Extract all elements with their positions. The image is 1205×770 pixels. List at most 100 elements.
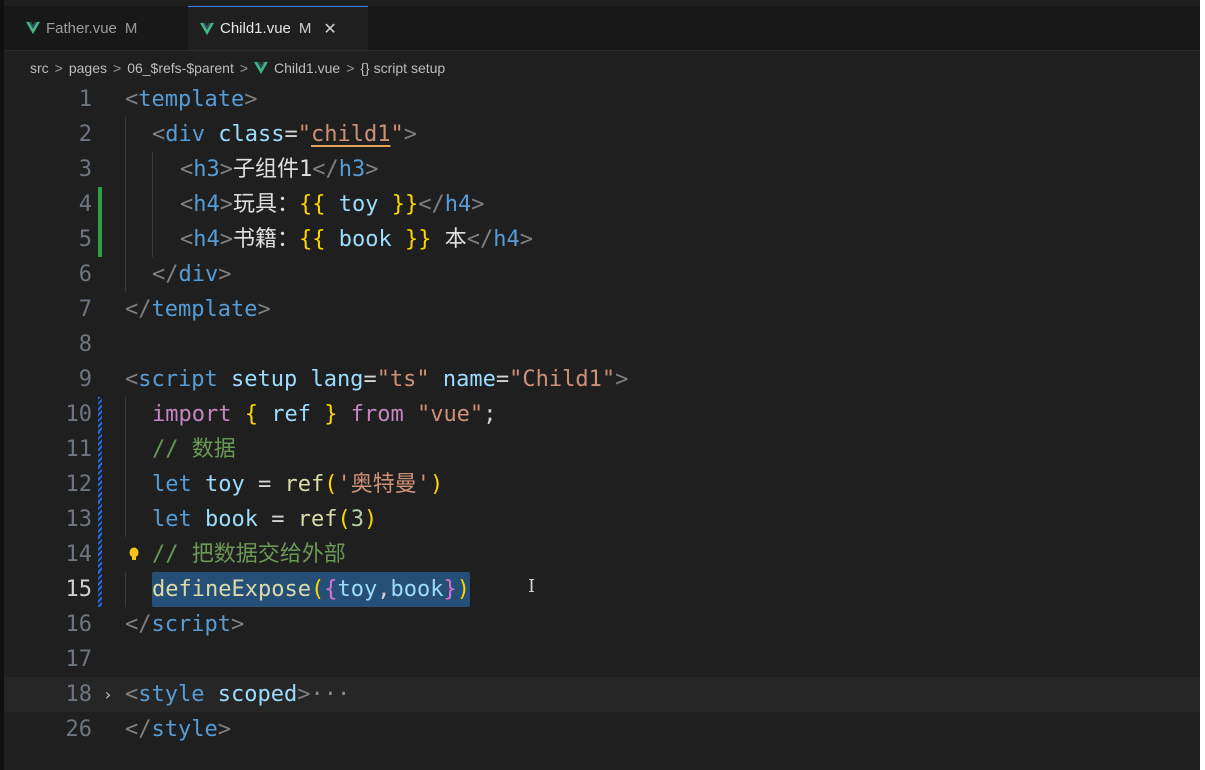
code-line: 17 <box>4 642 1200 677</box>
git-modified-marker[interactable] <box>98 397 102 432</box>
breadcrumb-item-symbol[interactable]: {} script setup <box>360 60 445 76</box>
window-edge-right <box>1200 0 1205 770</box>
tab-father-vue[interactable]: Father.vue M <box>14 6 182 50</box>
indent-guide <box>125 222 126 257</box>
breadcrumb-item-src[interactable]: src <box>30 60 49 76</box>
tab-label: Child1.vue <box>220 20 291 37</box>
vue-icon <box>254 61 269 75</box>
vue-icon <box>200 22 214 35</box>
git-added-marker[interactable] <box>98 222 102 257</box>
code-line: 10 import { ref } from "vue"; <box>4 397 1200 432</box>
lightbulb-icon[interactable] <box>129 537 141 572</box>
code-line: 6 </div> <box>4 257 1200 292</box>
code-line: 9 <script setup lang="ts" name="Child1"> <box>4 362 1200 397</box>
git-modified-marker[interactable] <box>98 502 102 537</box>
indent-guide <box>152 152 153 187</box>
line-number: 8 <box>78 332 92 357</box>
editor-window: Father.vue M Child1.vue M ✕ src > pages … <box>0 0 1205 770</box>
line-number: 4 <box>78 192 92 217</box>
code-line: 11 // 数据 <box>4 432 1200 467</box>
vue-icon <box>26 21 40 35</box>
code-text: <h3>子组件1</h3> <box>180 157 379 182</box>
code-line: 14 // 把数据交给外部 <box>4 537 1200 572</box>
breadcrumb-item-pages[interactable]: pages <box>69 60 107 76</box>
line-number: 3 <box>78 157 92 182</box>
git-modified-marker[interactable] <box>98 432 102 467</box>
code-line: 12 let toy = ref('奥特曼') <box>4 467 1200 502</box>
text-cursor-icon: I <box>528 576 536 597</box>
indent-guide <box>125 572 126 607</box>
code-line-folded: 18 › <style scoped>··· <box>4 677 1200 712</box>
code-text: <h4>书籍：{{ book }} 本</h4> <box>180 227 533 252</box>
line-number: 18 <box>65 682 93 707</box>
chevron-right-icon: > <box>346 60 355 76</box>
code-text: </template> <box>125 297 271 322</box>
indent-guide <box>125 257 126 292</box>
code-text: <script setup lang="ts" name="Child1"> <box>125 367 629 392</box>
close-icon[interactable]: ✕ <box>323 19 336 39</box>
code-line: 8 <box>4 327 1200 362</box>
modified-badge: M <box>124 19 138 37</box>
code-text: <div class="child1"> <box>152 122 417 147</box>
code-text: // 把数据交给外部 <box>152 542 346 567</box>
line-number: 16 <box>65 612 93 637</box>
line-number: 17 <box>65 647 93 672</box>
line-number: 10 <box>65 402 93 427</box>
code-text: </div> <box>152 262 232 287</box>
indent-guide <box>125 432 126 467</box>
code-text: let book = ref(3) <box>152 507 378 532</box>
line-number: 15 <box>65 577 93 602</box>
line-number: 13 <box>65 507 93 532</box>
git-added-marker[interactable] <box>98 187 102 222</box>
git-modified-marker[interactable] <box>98 572 102 607</box>
indent-guide <box>125 397 126 432</box>
code-text: import { ref } from "vue"; <box>152 402 497 427</box>
code-line: 4 <h4>玩具：{{ toy }}</h4> <box>4 187 1200 222</box>
indent-guide <box>125 187 126 222</box>
breadcrumb: src > pages > 06_$refs-$parent > Child1.… <box>30 56 445 80</box>
code-line: 5 <h4>书籍：{{ book }} 本</h4> <box>4 222 1200 257</box>
code-line: 1 <template> <box>4 82 1200 117</box>
code-text: let toy = ref('奥特曼') <box>152 472 444 497</box>
folded-ellipsis[interactable]: ··· <box>310 682 350 707</box>
code-text: </script> <box>125 612 245 637</box>
chevron-right-icon[interactable]: › <box>103 677 113 712</box>
chevron-right-icon: > <box>54 60 63 76</box>
indent-guide <box>125 152 126 187</box>
line-number: 11 <box>65 437 93 462</box>
code-line: 2 <div class="child1"> <box>4 117 1200 152</box>
indent-guide <box>152 187 153 222</box>
code-line: 13 let book = ref(3) <box>4 502 1200 537</box>
code-line-current: 15 defineExpose({toy,book}) <box>4 572 1200 607</box>
tab-child1-vue[interactable]: Child1.vue M ✕ <box>188 6 368 50</box>
git-modified-marker[interactable] <box>98 537 102 572</box>
code-text: // 数据 <box>152 437 236 462</box>
tab-bar: Father.vue M Child1.vue M ✕ <box>4 6 1200 51</box>
tab-label: Father.vue <box>46 19 117 37</box>
indent-guide <box>125 502 126 537</box>
code-line: 16 </script> <box>4 607 1200 642</box>
line-number: 14 <box>65 542 93 567</box>
breadcrumb-item-folder[interactable]: 06_$refs-$parent <box>127 60 234 76</box>
indent-guide <box>125 467 126 502</box>
line-number: 5 <box>78 227 92 252</box>
modified-badge: M <box>298 20 312 37</box>
line-number: 26 <box>65 717 93 742</box>
code-text: <style scoped>··· <box>125 682 351 707</box>
code-editor[interactable]: 1 <template> 2 <div class="child1"> 3 <h… <box>4 82 1200 770</box>
code-line: 7 </template> <box>4 292 1200 327</box>
indent-guide <box>125 117 126 152</box>
code-line: 3 <h3>子组件1</h3> <box>4 152 1200 187</box>
line-number: 9 <box>78 367 92 392</box>
breadcrumb-item-file[interactable]: Child1.vue <box>274 60 340 76</box>
line-number: 1 <box>78 87 92 112</box>
chevron-right-icon: > <box>239 60 249 76</box>
chevron-right-icon: > <box>113 60 122 76</box>
selected-code-text[interactable]: defineExpose({toy,book}) <box>152 572 470 607</box>
git-modified-marker[interactable] <box>98 467 102 502</box>
code-text: <template> <box>125 87 258 112</box>
line-number: 6 <box>78 262 92 287</box>
line-number: 7 <box>78 297 92 322</box>
code-text: <h4>玩具：{{ toy }}</h4> <box>180 192 485 217</box>
line-number: 2 <box>78 122 92 147</box>
